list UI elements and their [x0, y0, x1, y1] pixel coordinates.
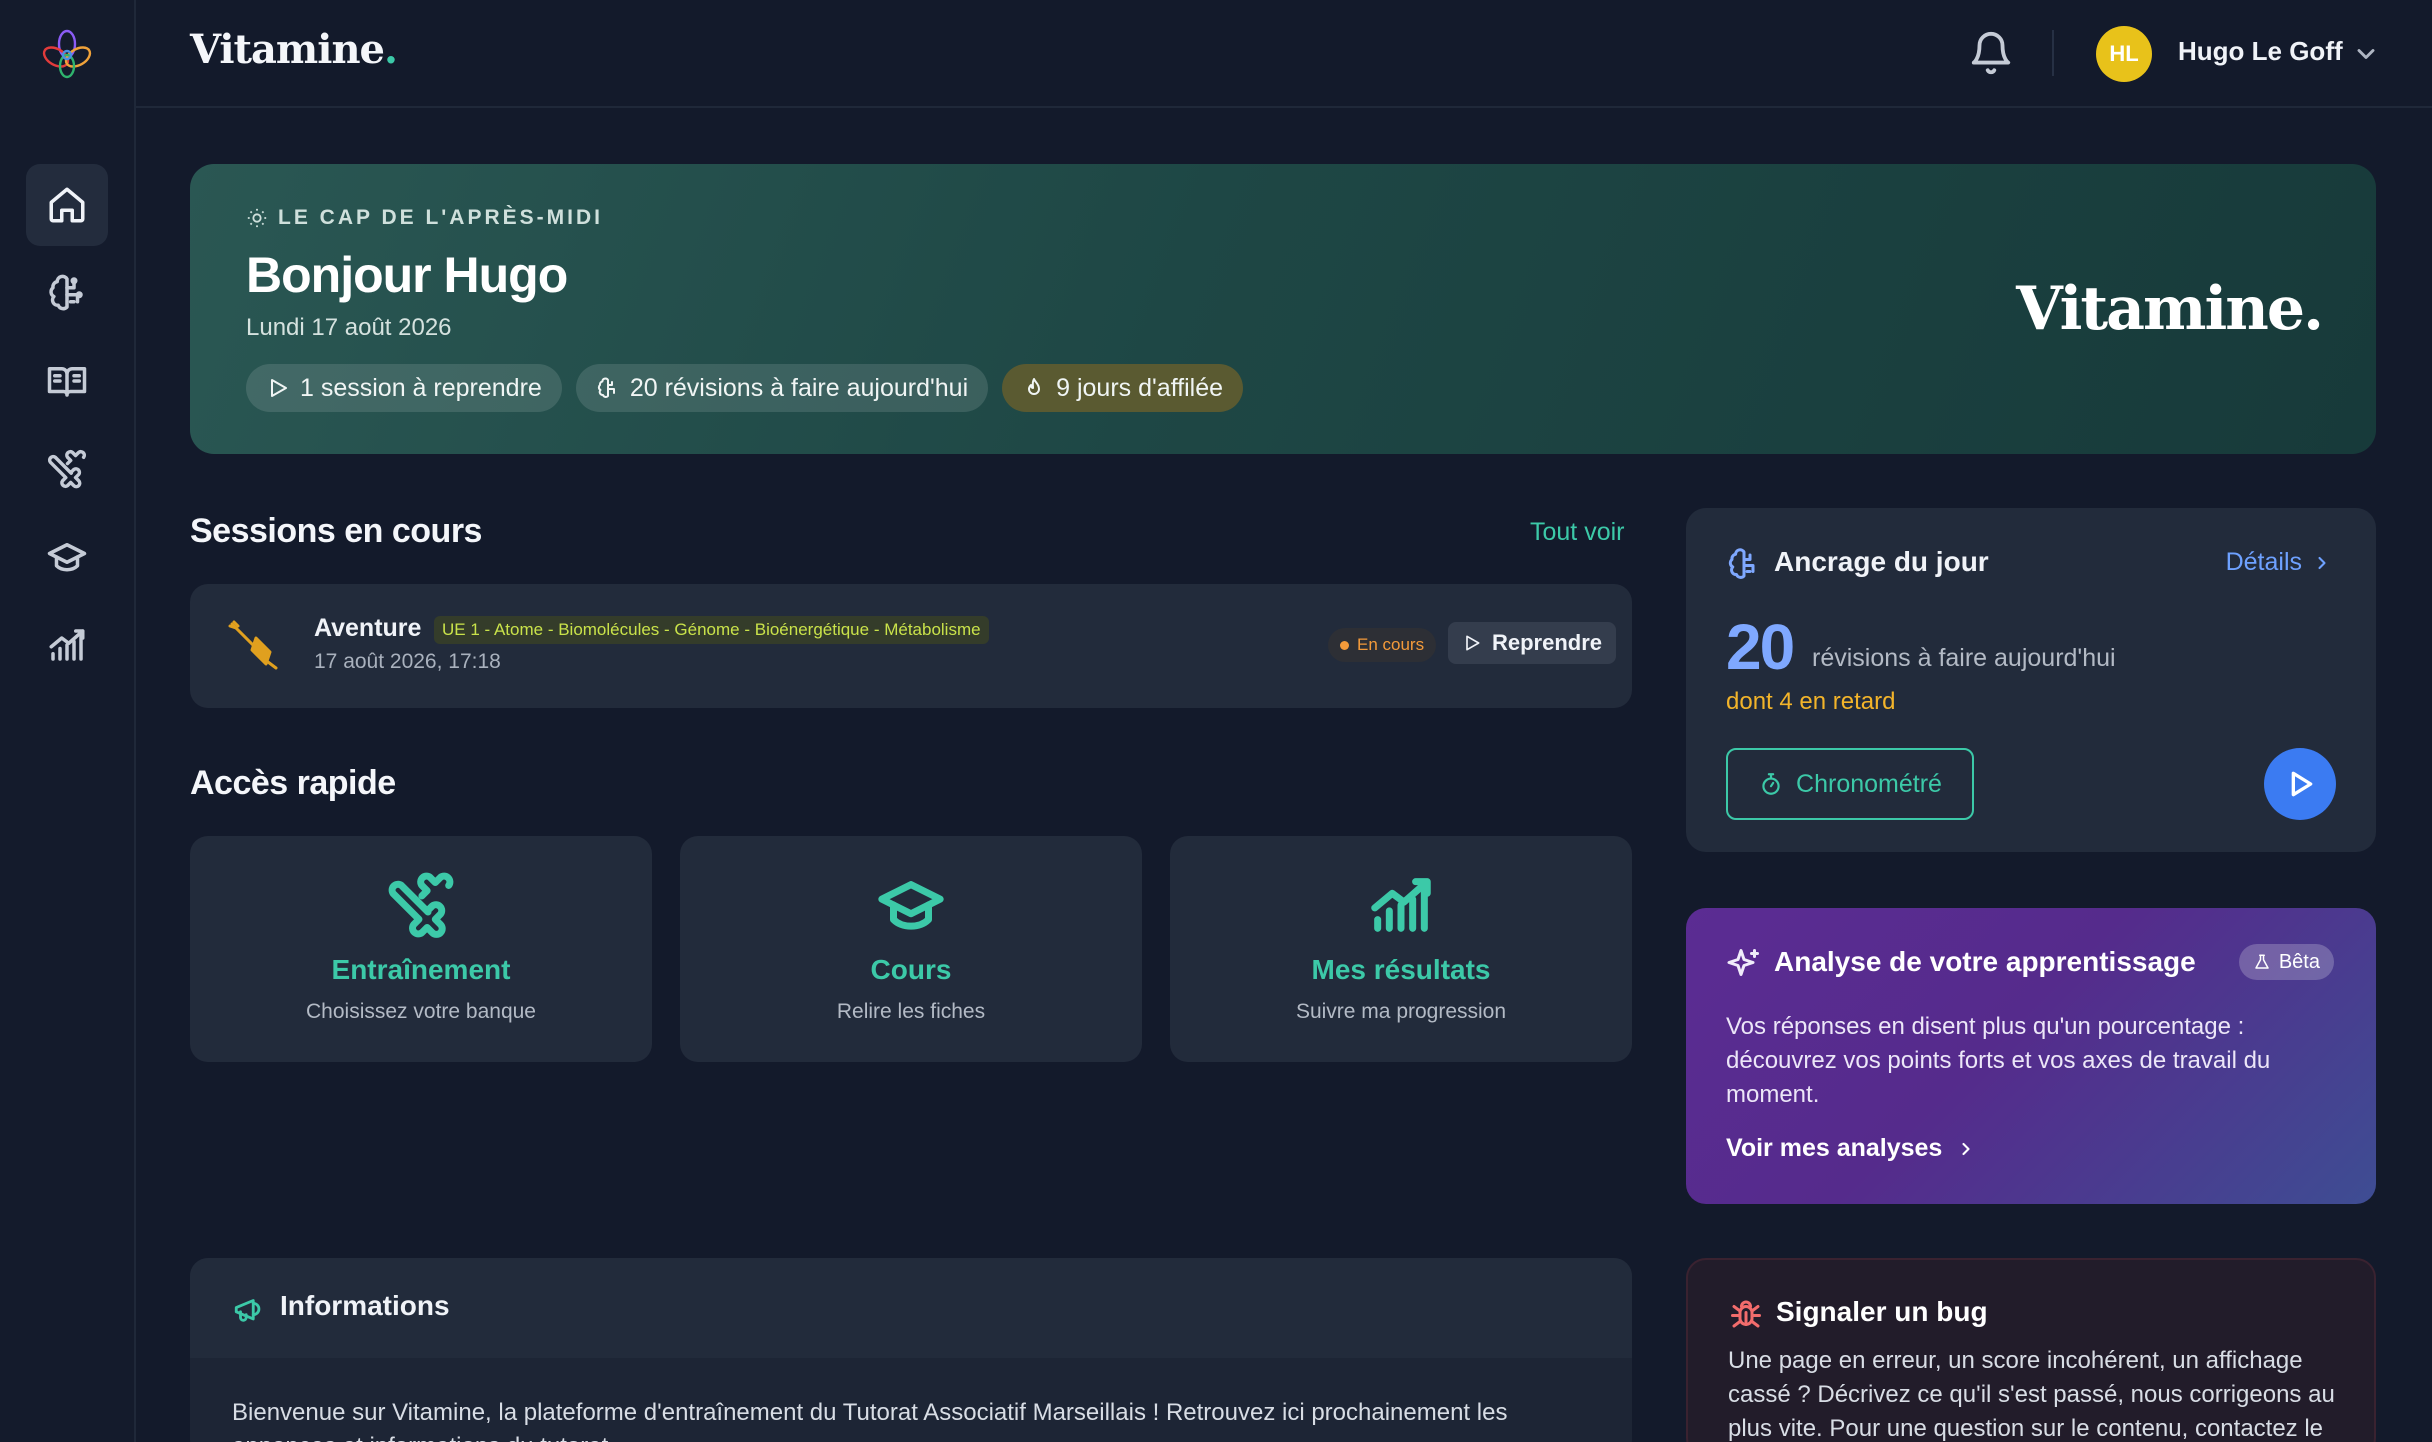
sessions-section-title: Sessions en cours: [190, 512, 482, 550]
brain-icon: [597, 377, 615, 398]
notifications-button[interactable]: [1968, 30, 2014, 76]
brand-logo[interactable]: Vitamine.: [190, 26, 398, 73]
flame-icon: [1028, 378, 1041, 395]
quick-card-title: Mes résultats: [1311, 954, 1491, 985]
hero-brand-logo: Vitamine.: [2016, 274, 2324, 344]
quick-card-training[interactable]: Entraînement Choisissez votre banque: [190, 836, 652, 1062]
sessions-to-resume-chip[interactable]: 1 session à reprendre: [246, 364, 562, 412]
quick-card-results[interactable]: Mes résultats Suivre ma progression: [1170, 836, 1632, 1062]
hero-eyebrow: LE CAP DE L'APRÈS-MIDI: [246, 206, 603, 230]
analysis-body: Vos réponses en disent plus qu'un pource…: [1726, 1013, 2271, 1108]
book-open-icon: [47, 367, 87, 397]
quick-card-subtitle: Suivre ma progression: [1295, 1000, 1507, 1023]
timer-icon: [1762, 773, 1780, 795]
beta-badge: Bêta: [2238, 944, 2334, 980]
sidebar-item-training[interactable]: [26, 428, 108, 510]
session-tag: UE 1 - Atome - Biomolécules - Génome - B…: [434, 616, 989, 644]
play-icon: [1466, 635, 1480, 651]
chart-icon: [1366, 870, 1436, 940]
timed-mode-button[interactable]: Chronométré: [1726, 748, 1974, 820]
late-revisions: dont 4 en retard: [1726, 688, 1896, 715]
quick-card-title: Cours: [870, 954, 952, 985]
revisions-count-label: révisions à faire aujourd'hui: [1812, 644, 2116, 672]
bug-icon: [1728, 1296, 1764, 1332]
sidebar: [0, 0, 136, 1442]
anchor-title: Ancrage du jour: [1774, 546, 1989, 577]
view-analyses-link[interactable]: Voir mes analyses: [1726, 1134, 1976, 1163]
sparkles-icon: [1726, 946, 1762, 982]
status-badge: En cours: [1328, 628, 1437, 662]
quick-access-section-title: Accès rapide: [190, 764, 396, 802]
sidebar-item-home[interactable]: [26, 164, 108, 246]
session-date: 17 août 2026, 17:18: [314, 650, 501, 673]
play-icon: [2291, 771, 2313, 797]
brain-icon: [49, 274, 83, 311]
current-date: Lundi 17 août 2026: [246, 314, 452, 341]
bug-report-body: Une page en erreur, un score incohérent,…: [1728, 1347, 2335, 1442]
informations-header: Informations: [190, 1258, 1632, 1358]
dumbbell-icon: [386, 870, 456, 940]
session-name: Aventure: [314, 614, 422, 642]
chevron-right-icon: [2318, 556, 2326, 569]
hero-banner: LE CAP DE L'APRÈS-MIDI Bonjour Hugo Lund…: [190, 164, 2376, 454]
brain-icon: [1726, 546, 1762, 582]
revisions-today-chip[interactable]: 20 révisions à faire aujourd'hui: [575, 364, 989, 412]
play-icon: [271, 379, 287, 397]
bell-icon: [1971, 32, 2011, 75]
sidebar-item-revisions[interactable]: [26, 252, 108, 334]
status-dot-icon: [1340, 640, 1349, 650]
anchor-details-link[interactable]: Détails: [2226, 548, 2332, 577]
informations-body: Bienvenue sur Vitamine, la plateforme d'…: [232, 1399, 1508, 1442]
user-name[interactable]: Hugo Le Goff: [2178, 36, 2343, 67]
app-logo-icon[interactable]: [36, 24, 98, 86]
sun-icon: [247, 208, 267, 228]
informations-title: Informations: [280, 1290, 450, 1321]
streak-chip: 9 jours d'affilée: [1002, 364, 1244, 412]
analysis-card: Analyse de votre apprentissage Bêta Vos …: [1686, 908, 2376, 1204]
megaphone-icon: [234, 1299, 261, 1322]
chevron-down-icon: [2357, 49, 2375, 59]
sidebar-item-courses[interactable]: [26, 516, 108, 598]
see-all-sessions-link[interactable]: Tout voir: [1530, 518, 1624, 547]
quick-card-courses[interactable]: Cours Relire les fiches: [680, 836, 1142, 1062]
start-revisions-button[interactable]: [2264, 748, 2336, 820]
graduation-cap-icon: [876, 870, 946, 940]
anchor-card: Ancrage du jour Détails 20 révisions à f…: [1686, 508, 2376, 852]
graduation-cap-icon: [47, 543, 87, 572]
home-icon: [49, 187, 85, 223]
flask-icon: [2255, 954, 2269, 969]
top-bar: Vitamine. HL Hugo Le Goff: [136, 0, 2432, 108]
quick-card-subtitle: Choisissez votre banque: [306, 1000, 536, 1023]
sidebar-item-courses-book[interactable]: [26, 340, 108, 422]
avatar[interactable]: HL: [2096, 26, 2152, 82]
revisions-count: 20: [1726, 611, 1795, 683]
chevron-right-icon: [1962, 1142, 1970, 1155]
chart-icon: [49, 629, 85, 661]
informations-card: Informations Bienvenue sur Vitamine, la …: [190, 1258, 1632, 1442]
sidebar-item-results[interactable]: [26, 604, 108, 686]
bug-report-card[interactable]: Signaler un bug Une page en erreur, un s…: [1686, 1258, 2376, 1442]
greeting-title: Bonjour Hugo: [246, 247, 568, 303]
divider: [2052, 30, 2054, 76]
resume-session-button[interactable]: Reprendre: [1448, 622, 1617, 664]
quick-card-title: Entraînement: [331, 954, 511, 985]
hero-chips: 1 session à reprendre 20 révisions à fai…: [246, 364, 1244, 412]
session-row[interactable]: Aventure UE 1 - Atome - Biomolécules - G…: [190, 584, 1632, 708]
bug-report-title: Signaler un bug: [1776, 1296, 1988, 1327]
analysis-title: Analyse de votre apprentissage: [1774, 946, 2196, 977]
quick-card-subtitle: Relire les fiches: [836, 1000, 986, 1023]
user-menu-toggle[interactable]: [2352, 40, 2380, 68]
dumbbell-icon: [47, 449, 87, 489]
adventure-icon: [226, 616, 282, 672]
